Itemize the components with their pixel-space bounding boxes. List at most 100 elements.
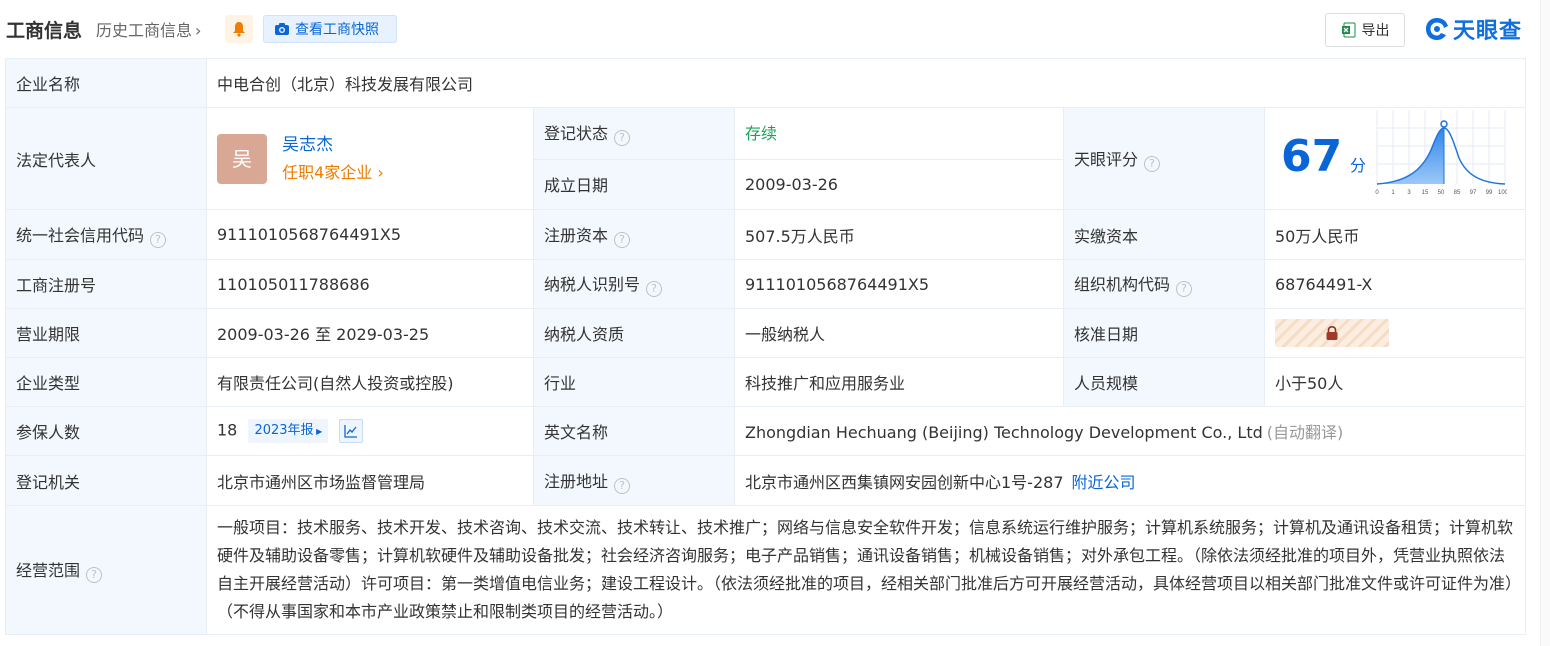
legal-rep-info: 吴志杰 任职4家企业 › [282,133,384,185]
biz-scope-cell: 一般项目：技术服务、技术开发、技术咨询、技术交流、技术转让、技术推广；网络与信息… [205,505,1527,635]
table-row: 经营范围? 一般项目：技术服务、技术开发、技术咨询、技术交流、技术转让、技术推广… [5,505,1527,635]
taxpayer-qual-value: 一般纳税人 [734,308,1064,358]
auto-translate-note: (自动翻译) [1266,423,1344,442]
found-date-label: 成立日期 [533,158,735,210]
legal-rep-jobs-label: 任职4家企业 [282,162,373,182]
table-row: 企业类型 有限责任公司(自然人投资或控股) 行业 科技推广和应用服务业 人员规模… [5,357,1527,407]
avatar[interactable]: 吴 [217,133,267,184]
legal-rep-cell: 吴 吴志杰 任职4家企业 › [206,107,534,210]
insured-cell: 18 2023年报 ▶ [206,406,534,456]
score-axis-tick: 99 [1486,190,1493,196]
credit-code-label: 统一社会信用代码 [16,225,145,245]
lock-icon [1326,325,1338,340]
industry-label: 行业 [533,357,735,407]
annual-report-year-label: 2023年报 [254,423,314,438]
section-header: 工商信息 历史工商信息 › 查看工商快照 导出 天眼查 [0,0,1550,56]
nearby-companies-link[interactable]: 附近公司 [1072,473,1136,492]
table-row: 工商注册号 110105011788686 纳税人识别号? 9111010568… [5,259,1527,309]
legal-rep-name-link[interactable]: 吴志杰 [282,133,384,157]
caret-right-icon: ▶ [313,427,323,436]
biz-reg-no-value: 110105011788686 [206,259,534,309]
table-row: 法定代表人 吴 吴志杰 任职4家企业 › 登记状态? 存续 天眼评分? 67 分 [5,107,1527,210]
approval-date-cell [1263,308,1527,358]
reg-authority-label: 登记机关 [5,455,207,506]
english-name-value: Zhongdian Hechuang (Beijing) Technology … [745,423,1263,442]
export-button-label: 导出 [1361,23,1390,39]
table-row: 参保人数 18 2023年报 ▶ 英文名称 Zhongdian Hechuang… [5,406,1527,456]
score-axis-tick: 85 [1454,190,1461,196]
industry-value: 科技推广和应用服务业 [734,357,1064,407]
taxpayer-id-value: 9111010568764491X5 [734,259,1064,309]
chevron-right-icon: › [195,21,202,40]
insured-value: 18 [217,420,238,440]
scrollbar[interactable] [1540,0,1550,646]
org-code-value: 68764491-X [1263,259,1527,309]
help-icon[interactable]: ? [614,231,631,248]
company-type-value: 有限责任公司(自然人投资或控股) [206,357,534,407]
score-axis-tick: 3 [1407,190,1411,196]
history-link-label: 历史工商信息 [96,21,193,40]
reg-address-label-cell: 注册地址? [533,455,735,506]
locked-value[interactable] [1275,319,1389,347]
approval-date-label: 核准日期 [1063,308,1265,358]
taxpayer-id-label-cell: 纳税人识别号? [533,259,735,309]
legal-rep-jobs-link[interactable]: 任职4家企业 › [282,161,384,185]
biz-term-value: 2009-03-26 至 2029-03-25 [206,308,534,358]
help-icon[interactable]: ? [86,567,103,583]
score-label: 天眼评分 [1074,149,1139,169]
monitor-button[interactable] [225,15,253,43]
score-distribution-chart: 0 1 3 15 50 85 97 99 100 [1375,110,1507,196]
reg-capital-value: 507.5万人民币 [734,209,1064,260]
biz-scope-label-cell: 经营范围? [5,505,207,635]
company-name-value: 中电合创（北京）科技发展有限公司 [205,58,1527,108]
biz-scope-value: 一般项目：技术服务、技术开发、技术咨询、技术交流、技术转让、技术推广；网络与信息… [217,518,1514,621]
table-row: 统一社会信用代码? 9111010568764491X5 注册资本? 507.5… [5,209,1527,260]
table-row: 营业期限 2009-03-26 至 2029-03-25 纳税人资质 一般纳税人… [5,308,1527,358]
staff-size-value: 小于50人 [1263,357,1527,407]
score-axis-tick: 100 [1498,190,1507,196]
staff-size-label: 人员规模 [1063,357,1265,407]
help-icon[interactable]: ? [614,477,631,494]
reg-authority-value: 北京市通州区市场监督管理局 [206,455,534,506]
biz-scope-label: 经营范围 [16,561,81,580]
insured-label: 参保人数 [5,406,207,456]
annual-report-year-tag[interactable]: 2023年报 ▶ [248,419,329,443]
company-type-label: 企业类型 [5,357,207,407]
reg-capital-label-cell: 注册资本? [533,209,735,260]
score-label-cell: 天眼评分? [1063,107,1265,210]
reg-address-value: 北京市通州区西集镇网安园创新中心1号-287 [745,472,1064,492]
score-cell[interactable]: 67 分 0 1 3 15 50 85 97 99 100 [1263,107,1527,210]
trend-chart-icon[interactable] [339,419,364,443]
score-axis-tick: 50 [1438,190,1445,196]
table-row: 登记机关 北京市通州区市场监督管理局 注册地址? 北京市通州区西集镇网安园创新中… [5,455,1527,506]
help-icon[interactable]: ? [646,281,663,297]
history-link[interactable]: 历史工商信息 › [96,17,201,41]
legal-rep-label: 法定代表人 [5,107,207,210]
score-value: 67 [1281,131,1343,182]
help-icon[interactable]: ? [614,130,631,147]
paid-capital-value: 50万人民币 [1263,209,1527,260]
reg-status-label: 登记状态 [544,124,609,144]
org-code-label-cell: 组织机构代码? [1063,259,1265,309]
help-icon[interactable]: ? [1144,155,1161,172]
section-title: 工商信息 [6,20,83,42]
credit-code-value: 9111010568764491X5 [206,209,534,260]
logo-text: 天眼查 [1453,19,1523,44]
export-button[interactable]: 导出 [1325,13,1405,47]
bell-icon [233,22,245,37]
taxpayer-id-label: 纳税人识别号 [544,275,641,294]
help-icon[interactable]: ? [150,231,167,248]
help-icon[interactable]: ? [1176,281,1193,297]
biz-term-label: 营业期限 [5,308,207,358]
reg-status-label-cell: 登记状态? [533,107,735,160]
excel-icon [1341,22,1355,38]
taxpayer-qual-label: 纳税人资质 [533,308,735,358]
reg-status-value: 存续 [734,107,1064,160]
found-date-value: 2009-03-26 [734,158,1064,210]
english-name-label: 英文名称 [533,406,735,456]
reg-capital-label: 注册资本 [544,225,609,245]
biz-reg-no-label: 工商注册号 [5,259,207,309]
reg-address-label: 注册地址 [544,471,609,491]
snapshot-button[interactable]: 查看工商快照 [263,15,397,43]
reg-address-cell: 北京市通州区西集镇网安园创新中心1号-287 附近公司 [733,455,1527,506]
